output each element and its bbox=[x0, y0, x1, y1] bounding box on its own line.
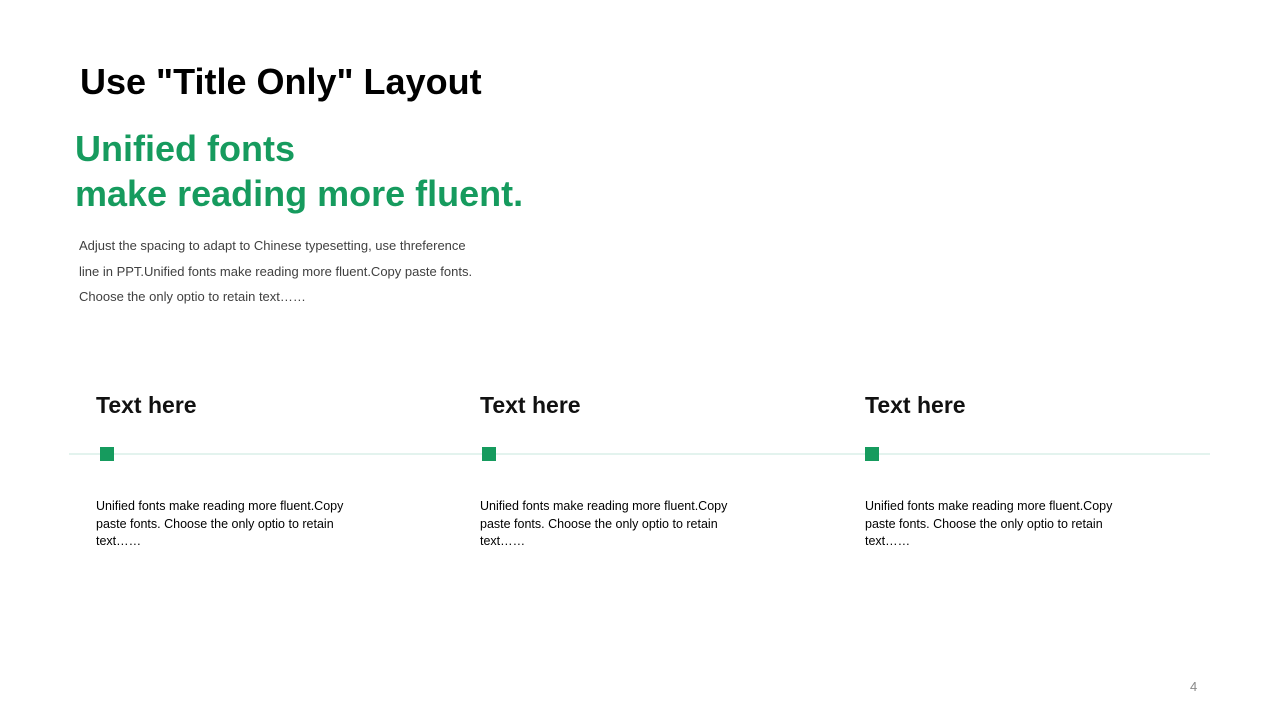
item-text-line: paste fonts. Choose the only optio to re… bbox=[96, 516, 334, 531]
square-marker-icon bbox=[100, 447, 114, 461]
description-line: line in PPT.Unified fonts make reading m… bbox=[79, 263, 473, 279]
timeline-item-text: Unified fonts make reading more fluent.C… bbox=[480, 498, 755, 551]
timeline-item-3: Text here Unified fonts make reading mor… bbox=[865, 388, 1155, 548]
timeline-item-1: Text here Unified fonts make reading mor… bbox=[96, 388, 386, 548]
description-line: Choose the only optio to retain text…… bbox=[79, 289, 306, 304]
timeline-item-text: Unified fonts make reading more fluent.C… bbox=[865, 498, 1140, 551]
timeline-item-title: Text here bbox=[96, 392, 197, 418]
item-text-line: Unified fonts make reading more fluent.C… bbox=[865, 499, 1113, 513]
description-line: Adjust the spacing to adapt to Chinese t… bbox=[79, 238, 466, 253]
item-text-line: text…… bbox=[96, 534, 142, 548]
timeline-item-title: Text here bbox=[480, 392, 581, 418]
slide-title: Use "Title Only" Layout bbox=[80, 61, 482, 102]
item-text-line: paste fonts. Choose the only optio to re… bbox=[865, 516, 1103, 531]
square-marker-icon bbox=[482, 447, 496, 461]
page-number: 4 bbox=[1190, 679, 1198, 694]
subtitle-line: make reading more fluent. bbox=[75, 173, 524, 214]
item-text-line: Unified fonts make reading more fluent.C… bbox=[480, 499, 728, 513]
timeline-item-title: Text here bbox=[865, 392, 966, 418]
subtitle-line: Unified fonts bbox=[75, 128, 295, 169]
timeline-item-text: Unified fonts make reading more fluent.C… bbox=[96, 498, 371, 551]
slide-description: Adjust the spacing to adapt to Chinese t… bbox=[79, 233, 539, 310]
slide: Use "Title Only" Layout Unified fonts ma… bbox=[0, 0, 1280, 720]
timeline-item-2: Text here Unified fonts make reading mor… bbox=[480, 388, 770, 548]
item-text-line: paste fonts. Choose the only optio to re… bbox=[480, 516, 718, 531]
item-text-line: text…… bbox=[865, 534, 911, 548]
timeline-line bbox=[69, 453, 1210, 455]
square-marker-icon bbox=[865, 447, 879, 461]
item-text-line: text…… bbox=[480, 534, 526, 548]
item-text-line: Unified fonts make reading more fluent.C… bbox=[96, 499, 344, 513]
slide-subtitle: Unified fonts make reading more fluent. bbox=[75, 126, 523, 216]
